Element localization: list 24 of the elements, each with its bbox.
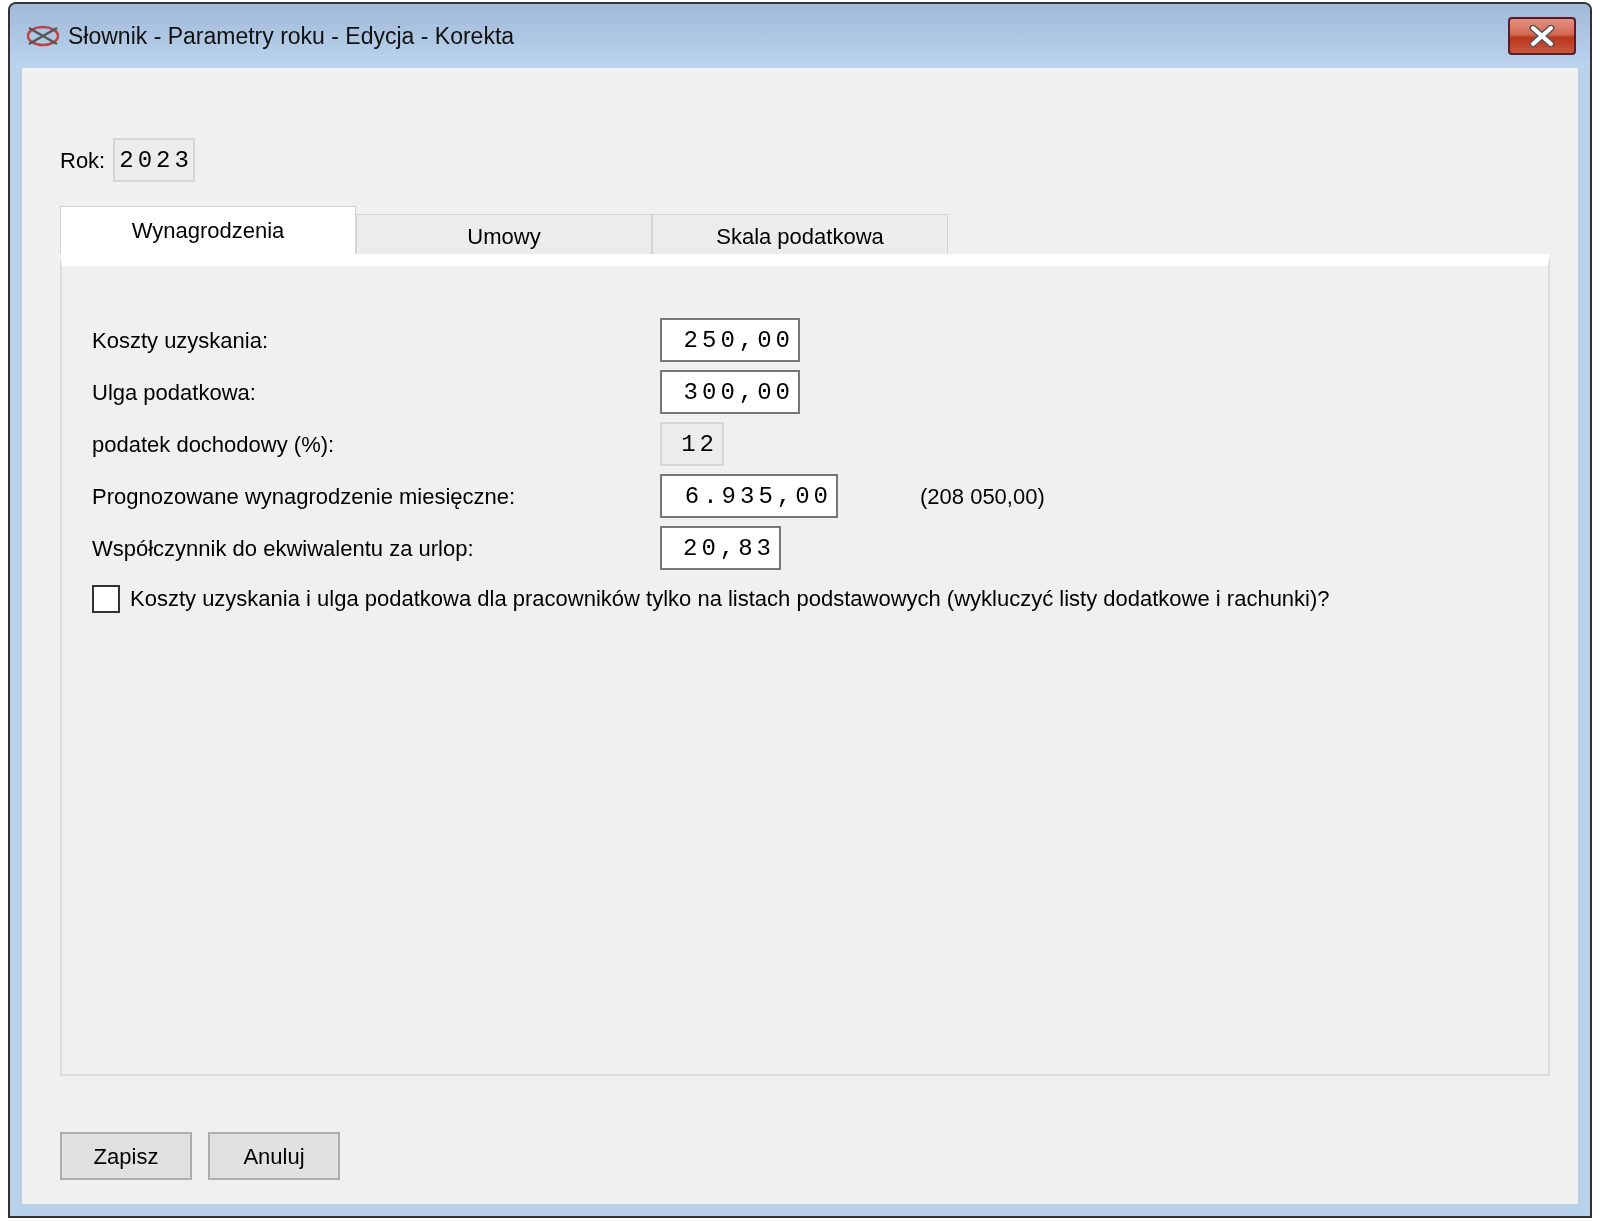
total-note: (208 050,00) [920, 482, 1045, 511]
checkbox-label: Koszty uzyskania i ulga podatkowa dla pracowników tylko na listach podstawowych (wykluczyć listy dodatkowe i rachunki)? [130, 585, 1330, 613]
field-label: Prognozowane wynagrodzenie miesięczne: [92, 482, 517, 511]
field-label: podatek dochodowy (%): [92, 430, 336, 459]
field-label: Współczynnik do ekwiwalentu za urlop: [92, 534, 475, 563]
close-button[interactable] [1508, 17, 1576, 55]
window-title: Słownik - Parametry roku - Edycja - Korekta [68, 21, 515, 51]
year-display[interactable]: 2023 [113, 138, 196, 182]
tab[interactable]: Umowy [356, 214, 652, 254]
cancel-button[interactable]: Anuluj [208, 1132, 340, 1180]
input-field[interactable]: 6.935,00 [660, 474, 838, 518]
field-label: Ulga podatkowa: [92, 378, 257, 407]
app-icon [26, 24, 60, 48]
year-label: Rok: [60, 146, 106, 175]
input-field[interactable]: 250,00 [660, 318, 800, 362]
readonly-field[interactable]: 12 [660, 422, 724, 466]
save-button[interactable]: Zapisz [60, 1132, 192, 1180]
input-field[interactable]: 20,83 [660, 526, 781, 570]
input-field[interactable]: 300,00 [660, 370, 800, 414]
tab[interactable]: Skala podatkowa [652, 214, 948, 254]
close-icon [1527, 25, 1557, 47]
tab[interactable]: Wynagrodzenia [60, 206, 356, 254]
field-label: Koszty uzyskania: [92, 326, 270, 355]
checkbox[interactable] [92, 584, 120, 613]
